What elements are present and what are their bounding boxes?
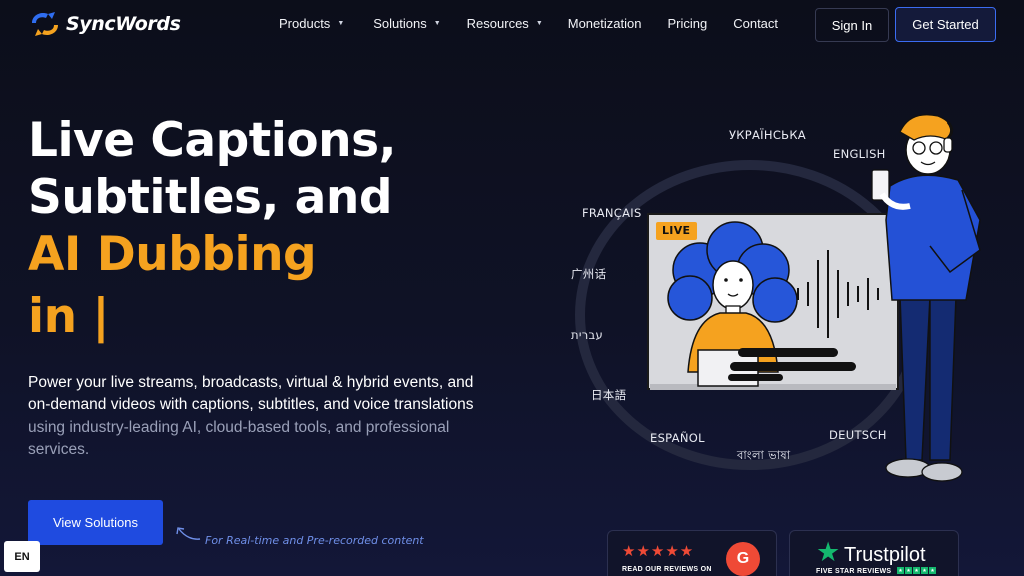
get-started-button[interactable]: Get Started [895,7,996,42]
menu-item-resources[interactable]: Resources ▼ [467,16,543,31]
syncwords-logo-icon [32,12,58,36]
chevron-down-icon: ▼ [337,20,345,27]
g2-star-rating: ★★★★★ [622,543,695,560]
g2-reviews-label: READ OUR REVIEWS ON [622,566,712,573]
sign-in-button[interactable]: Sign In [815,8,889,42]
trustpilot-star-icon: ★ [816,537,841,567]
language-label-bengali: বাংলা ভাষা [737,448,791,462]
language-label-german: DEUTSCH [829,428,887,442]
hero-description-main: Power your live streams, broadcasts, vir… [28,374,474,414]
language-label-japanese: 日本語 [591,388,627,402]
hero-heading-line3: AI Dubbing [28,227,317,282]
trustpilot-name: Trustpilot [844,544,926,566]
chevron-down-icon: ▼ [535,20,543,27]
language-label-ukrainian: УКРАЇНСЬКА [729,128,806,142]
main-menu: Products ▼ Solutions ▼ Resources ▼ Monet… [279,16,778,31]
live-tag: LIVE [662,224,691,237]
hero-heading: Live Captions, Subtitles, and AI Dubbing… [28,112,396,345]
language-label-cantonese: 广州话 [571,267,607,281]
language-label-spanish: ESPAÑOL [650,431,705,445]
trustpilot-subtitle: FIVE STAR REVIEWS [816,568,892,575]
menu-item-contact[interactable]: Contact [733,16,778,31]
g2-logo-icon: G [726,542,760,576]
hero-description: Power your live streams, broadcasts, vir… [28,372,488,462]
menu-item-solutions[interactable]: Solutions ▼ [373,16,440,31]
content-type-note: For Real-time and Pre-recorded content [205,534,424,547]
brand-name: SyncWords [66,13,181,35]
top-navbar: SyncWords Products ▼ Solutions ▼ Resourc… [0,0,1024,48]
language-label-french: FRANÇAIS [582,206,642,220]
hero-heading-line2: Subtitles, and [28,170,392,225]
menu-item-products[interactable]: Products ▼ [279,16,344,31]
chevron-down-icon: ▼ [433,20,441,27]
curved-arrow-icon [176,527,201,540]
language-label-english: ENGLISH [833,147,886,161]
language-selector[interactable]: EN [4,541,40,572]
menu-item-pricing[interactable]: Pricing [667,16,707,31]
hero-heading-typed: in | [28,289,110,344]
g2-reviews-badge[interactable]: ★★★★★ READ OUR REVIEWS ON G [607,530,777,576]
trustpilot-rating-icon: ★ ★ ★ ★ ★ [897,567,936,574]
menu-item-monetization[interactable]: Monetization [568,16,642,31]
trustpilot-badge[interactable]: ★ Trustpilot FIVE STAR REVIEWS ★ ★ ★ ★ ★ [789,530,959,576]
hero-heading-line1: Live Captions, [28,113,396,168]
brand-logo[interactable]: SyncWords [28,9,181,39]
hero-illustration [575,114,981,482]
view-solutions-button[interactable]: View Solutions [28,500,163,545]
hero-description-muted: using industry-leading AI, cloud-based t… [28,418,450,459]
language-label-hebrew: עברית [571,328,603,342]
